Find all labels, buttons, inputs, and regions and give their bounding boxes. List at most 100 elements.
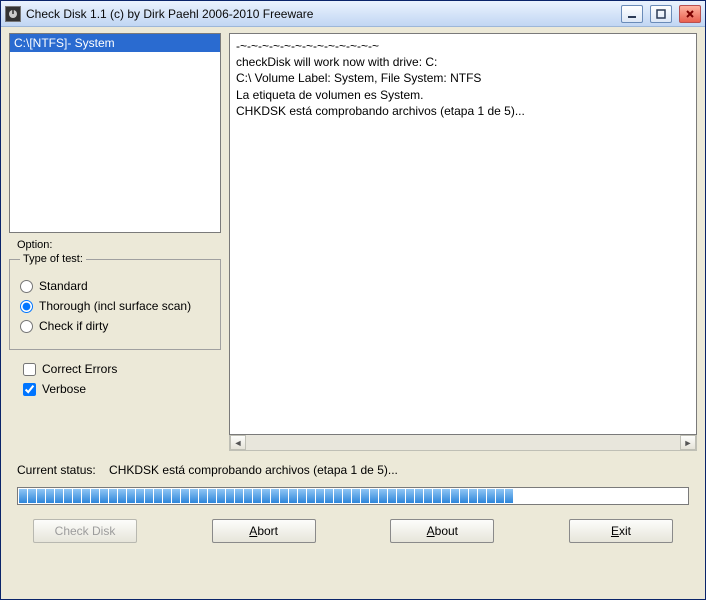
titlebar: Check Disk 1.1 (c) by Dirk Paehl 2006-20…: [1, 1, 705, 27]
app-window: Check Disk 1.1 (c) by Dirk Paehl 2006-20…: [0, 0, 706, 600]
option-label: Option:: [17, 239, 221, 251]
check-verbose-row[interactable]: Verbose: [23, 382, 221, 396]
progress-segment: [631, 489, 639, 503]
radio-dirty-label: Check if dirty: [39, 319, 108, 333]
progress-segment: [487, 489, 495, 503]
progress-segment: [379, 489, 387, 503]
exit-button[interactable]: Exit: [569, 519, 673, 543]
check-correct-label: Correct Errors: [42, 362, 117, 376]
progress-segment: [154, 489, 162, 503]
progress-segment: [370, 489, 378, 503]
maximize-button[interactable]: [650, 5, 672, 23]
window-title: Check Disk 1.1 (c) by Dirk Paehl 2006-20…: [26, 7, 614, 21]
progress-segment: [613, 489, 621, 503]
progress-segment: [604, 489, 612, 503]
progress-segment: [532, 489, 540, 503]
radio-thorough[interactable]: [20, 300, 33, 313]
checkbox-group: Correct Errors Verbose: [9, 356, 221, 402]
scroll-right-icon[interactable]: ►: [680, 435, 696, 450]
minimize-button[interactable]: [621, 5, 643, 23]
progress-segment: [388, 489, 396, 503]
output-hscrollbar[interactable]: ◄ ►: [229, 435, 697, 451]
button-row: Check Disk Abort About Exit: [9, 505, 697, 549]
progress-segment: [442, 489, 450, 503]
check-correct-row[interactable]: Correct Errors: [23, 362, 221, 376]
progress-bar: [17, 487, 689, 505]
exit-label: Exit: [611, 524, 631, 538]
output-textarea[interactable]: -~-~-~-~-~-~-~-~-~-~-~-~-~ checkDisk wil…: [229, 33, 697, 435]
progress-segment: [19, 489, 27, 503]
progress-segment: [172, 489, 180, 503]
status-text: CHKDSK está comprobando archivos (etapa …: [109, 463, 398, 477]
drive-list[interactable]: C:\[NTFS]- System: [9, 33, 221, 233]
check-verbose-label: Verbose: [42, 382, 86, 396]
progress-segment: [28, 489, 36, 503]
progress-segment: [199, 489, 207, 503]
type-of-test-legend: Type of test:: [20, 253, 86, 265]
progress-segment: [307, 489, 315, 503]
progress-segment: [325, 489, 333, 503]
scroll-left-icon[interactable]: ◄: [230, 435, 246, 450]
radio-standard[interactable]: [20, 280, 33, 293]
status-label: Current status:: [17, 463, 96, 477]
progress-segment: [163, 489, 171, 503]
radio-dirty[interactable]: [20, 320, 33, 333]
abort-button[interactable]: Abort: [212, 519, 316, 543]
status-row: Current status: CHKDSK está comprobando …: [9, 461, 697, 479]
progress-segment: [271, 489, 279, 503]
progress-segment: [235, 489, 243, 503]
progress-segment: [568, 489, 576, 503]
progress-segment: [127, 489, 135, 503]
progress-segment: [433, 489, 441, 503]
progress-segment: [460, 489, 468, 503]
main-row: C:\[NTFS]- System Option: Type of test: …: [9, 33, 697, 451]
progress-segment: [82, 489, 90, 503]
progress-segment: [226, 489, 234, 503]
left-panel: C:\[NTFS]- System Option: Type of test: …: [9, 33, 221, 451]
progress-segment: [91, 489, 99, 503]
check-verbose[interactable]: [23, 383, 36, 396]
progress-segment: [262, 489, 270, 503]
progress-segment: [217, 489, 225, 503]
progress-segment: [100, 489, 108, 503]
close-button[interactable]: [679, 5, 701, 23]
progress-segment: [316, 489, 324, 503]
progress-segment: [523, 489, 531, 503]
progress-segment: [478, 489, 486, 503]
progress-segment: [415, 489, 423, 503]
radio-dirty-row[interactable]: Check if dirty: [20, 319, 210, 333]
radio-thorough-row[interactable]: Thorough (incl surface scan): [20, 299, 210, 313]
app-icon: [5, 6, 21, 22]
progress-segment: [55, 489, 63, 503]
progress-segment: [289, 489, 297, 503]
progress-segment: [136, 489, 144, 503]
progress-segment: [496, 489, 504, 503]
check-disk-button: Check Disk: [33, 519, 137, 543]
progress-segment: [541, 489, 549, 503]
progress-segment: [37, 489, 45, 503]
abort-label: Abort: [249, 524, 278, 538]
radio-thorough-label: Thorough (incl surface scan): [39, 299, 191, 313]
progress-segment: [352, 489, 360, 503]
progress-segment: [469, 489, 477, 503]
progress-segment: [406, 489, 414, 503]
progress-segment: [595, 489, 603, 503]
progress-segment: [46, 489, 54, 503]
progress-segment: [505, 489, 513, 503]
progress-segment: [118, 489, 126, 503]
progress-segment: [424, 489, 432, 503]
progress-segment: [577, 489, 585, 503]
progress-segment: [190, 489, 198, 503]
output-panel: -~-~-~-~-~-~-~-~-~-~-~-~-~ checkDisk wil…: [229, 33, 697, 451]
about-button[interactable]: About: [390, 519, 494, 543]
drive-list-item[interactable]: C:\[NTFS]- System: [10, 34, 220, 52]
progress-segment: [451, 489, 459, 503]
progress-segment: [109, 489, 117, 503]
radio-standard-label: Standard: [39, 279, 88, 293]
radio-standard-row[interactable]: Standard: [20, 279, 210, 293]
progress-segment: [514, 489, 522, 503]
progress-segment: [622, 489, 630, 503]
progress-segment: [586, 489, 594, 503]
progress-segment: [253, 489, 261, 503]
check-correct-errors[interactable]: [23, 363, 36, 376]
